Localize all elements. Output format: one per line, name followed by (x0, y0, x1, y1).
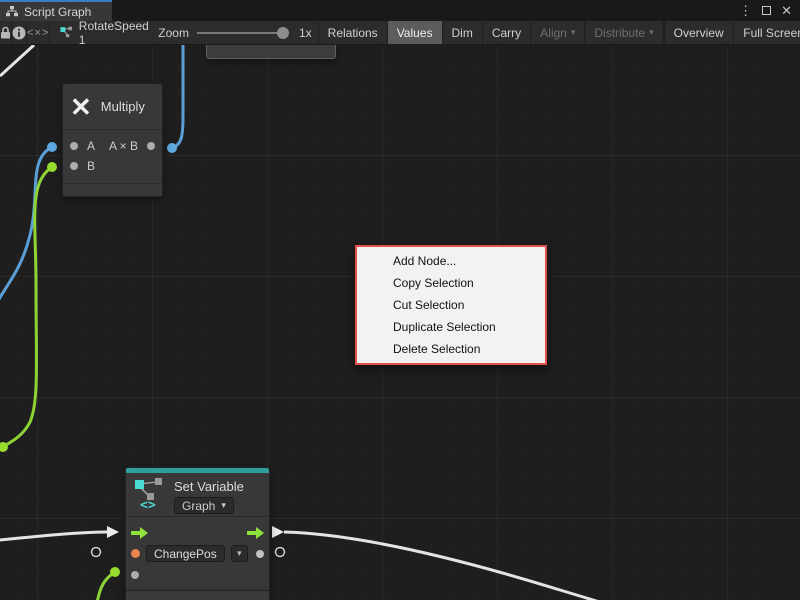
flow-output-arrow-icon[interactable] (247, 527, 264, 539)
variable-picker-button[interactable]: ▾ (231, 545, 248, 562)
variable-name-port[interactable] (131, 549, 140, 558)
dim-label: Dim (452, 26, 473, 40)
align-button[interactable]: Align ▾ (531, 21, 585, 44)
full-screen-label: Full Screen (743, 26, 800, 40)
info-button[interactable] (12, 21, 27, 44)
flow-input-arrow-icon[interactable] (131, 527, 148, 539)
wire-blue-top (173, 45, 183, 148)
relations-button[interactable]: Relations (318, 21, 388, 44)
wire-green-b-endpoint (47, 162, 57, 172)
edit-script-button[interactable]: <×> (27, 21, 50, 44)
variable-name-field[interactable]: ChangePos (146, 545, 225, 562)
wire-white-out (284, 532, 720, 600)
set-variable-title-block: Set Variable Graph ▾ (174, 477, 244, 514)
multiply-node-footer (63, 184, 162, 196)
multiply-node-title: Multiply (101, 99, 145, 114)
port-b-input[interactable] (70, 162, 78, 170)
chevron-down-icon: ▾ (237, 549, 242, 558)
port-result-label: A × B (109, 139, 138, 153)
lock-icon (0, 26, 11, 39)
menu-item-delete-selection[interactable]: Delete Selection (357, 338, 545, 360)
dim-button[interactable]: Dim (443, 21, 483, 44)
partial-node-top[interactable] (206, 45, 336, 59)
variable-row: ChangePos ▾ (126, 543, 269, 564)
more-menu-icon[interactable]: ⋮ (739, 4, 752, 17)
overview-button[interactable]: Overview (665, 21, 734, 44)
values-label: Values (397, 26, 433, 40)
set-variable-icon: <> (130, 477, 166, 511)
carry-label: Carry (492, 26, 521, 40)
multiply-row-a: A A × B (63, 136, 162, 156)
chevron-down-icon: ▾ (221, 501, 226, 510)
value-input-port[interactable] (131, 571, 139, 579)
relations-label: Relations (328, 26, 378, 40)
wire-green-b (3, 167, 52, 447)
menu-item-add-node[interactable]: Add Node... (357, 250, 545, 272)
empty-port-ring-left[interactable] (92, 548, 101, 557)
partial-node-bottom[interactable] (125, 590, 270, 600)
graph-canvas[interactable]: ✕ Multiply A A × B B Add Node (0, 45, 800, 600)
code-icon: <×> (27, 27, 49, 39)
window-controls: ⋮ ✕ (739, 0, 800, 21)
multiply-icon: ✕ (70, 94, 92, 120)
set-variable-title: Set Variable (174, 479, 244, 494)
wire-white-in (0, 532, 108, 540)
info-icon (12, 26, 26, 40)
full-screen-button[interactable]: Full Screen (734, 21, 800, 44)
flow-arrowhead-in (107, 526, 119, 538)
wire-white-topleft (0, 45, 34, 76)
chevron-down-icon: ▾ (571, 28, 576, 37)
multiply-node-header: ✕ Multiply (63, 84, 162, 129)
flow-arrowhead-out (272, 526, 284, 538)
variable-name-value: ChangePos (154, 547, 217, 561)
value-row (126, 564, 269, 585)
breadcrumb-label: RotateSpeed 1 (79, 19, 151, 47)
distribute-button[interactable]: Distribute ▾ (585, 21, 663, 44)
context-menu: Add Node... Copy Selection Cut Selection… (355, 245, 547, 365)
multiply-node[interactable]: ✕ Multiply A A × B B (62, 83, 163, 197)
wire-blue-a (0, 147, 52, 301)
zoom-value: 1x (299, 26, 312, 40)
values-button[interactable]: Values (388, 21, 443, 44)
menu-item-cut-selection[interactable]: Cut Selection (357, 294, 545, 316)
port-b-label: B (87, 159, 95, 173)
variable-scope-label: Graph (182, 499, 215, 513)
carry-button[interactable]: Carry (483, 21, 531, 44)
empty-port-ring-right[interactable] (276, 548, 285, 557)
wire-green-bottom-endpoint (110, 567, 120, 577)
wire-blue-endpoint (167, 143, 177, 153)
chevron-down-icon: ▾ (649, 28, 654, 37)
set-variable-header: <> Set Variable Graph ▾ (126, 473, 269, 516)
port-a-input[interactable] (70, 142, 78, 150)
close-icon[interactable]: ✕ (781, 4, 792, 17)
multiply-row-b: B (63, 156, 162, 176)
graph-hierarchy-icon (6, 6, 18, 17)
distribute-label: Distribute (594, 26, 645, 40)
svg-text:<>: <> (140, 498, 156, 511)
variable-scope-dropdown[interactable]: Graph ▾ (174, 497, 234, 514)
maximize-icon[interactable] (762, 6, 771, 15)
script-graph-window: Script Graph ⋮ ✕ <×> (0, 0, 800, 600)
graph-node-icon (60, 26, 73, 39)
menu-item-duplicate-selection[interactable]: Duplicate Selection (357, 316, 545, 338)
set-variable-node[interactable]: <> Set Variable Graph ▾ (125, 467, 270, 592)
graph-toolbar: <×> RotateSpeed 1 Zoom 1x Relations Valu… (0, 21, 800, 45)
flow-row (126, 522, 269, 543)
set-variable-body: ChangePos ▾ (126, 517, 269, 591)
zoom-slider[interactable] (197, 32, 283, 34)
breadcrumb[interactable]: RotateSpeed 1 (50, 21, 150, 44)
multiply-node-body: A A × B B (63, 130, 162, 183)
zoom-label: Zoom (158, 26, 189, 40)
port-a-label: A (87, 139, 95, 153)
menu-item-copy-selection[interactable]: Copy Selection (357, 272, 545, 294)
variable-output-port[interactable] (256, 550, 264, 558)
align-label: Align (540, 26, 567, 40)
overview-label: Overview (674, 26, 724, 40)
zoom-slider-handle[interactable] (277, 27, 289, 39)
tab-title: Script Graph (24, 5, 91, 19)
wire-blue-a-endpoint (47, 142, 57, 152)
lock-button[interactable] (0, 21, 12, 44)
zoom-control: Zoom 1x (150, 21, 317, 44)
port-result-output[interactable] (147, 142, 155, 150)
